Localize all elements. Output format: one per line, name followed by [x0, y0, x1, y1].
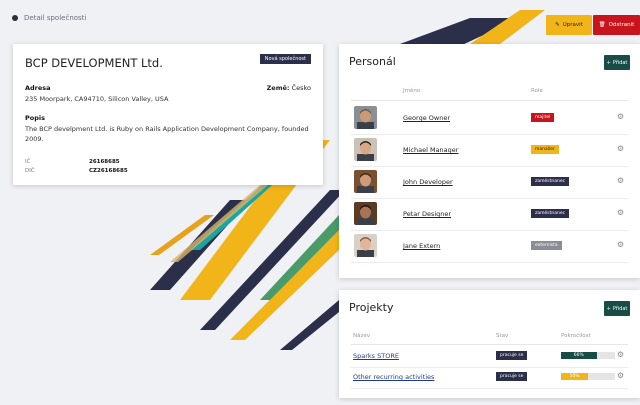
- progress-fill: 66%: [561, 352, 597, 359]
- column-header-name: Jméno: [403, 88, 421, 94]
- delete-button[interactable]: 🗑 Odstranit: [593, 15, 640, 35]
- breadcrumb: Detail společnosti: [12, 14, 86, 22]
- person-photo-icon: [354, 234, 377, 257]
- gear-icon[interactable]: ⚙: [617, 112, 624, 121]
- table-row: John Developer zaměstnanec ⚙: [351, 166, 628, 199]
- delete-button-label: Odstranit: [608, 22, 635, 28]
- top-bar: Detail společnosti ✎ Upravit 🗑 Odstranit: [0, 0, 640, 44]
- person-name-link[interactable]: John Developer: [403, 178, 453, 186]
- projects-card: Projekty + Přidat Název Stav Pokročilost…: [339, 290, 640, 398]
- person-name-link[interactable]: George Owner: [403, 114, 450, 122]
- vat-key: DIČ: [25, 167, 35, 174]
- edit-button[interactable]: ✎ Upravit: [546, 15, 592, 35]
- project-name-link[interactable]: Sparks STORE: [353, 352, 399, 360]
- role-badge: externista: [531, 241, 562, 250]
- header-divider: [351, 344, 628, 345]
- table-row: Michael Manager manažer ⚙: [351, 134, 628, 167]
- company-ids: IČ 26168685 DIČ CZ26168685: [25, 157, 128, 175]
- trash-icon: 🗑: [598, 22, 606, 28]
- country: Země: Česko: [267, 84, 311, 92]
- address-label: Adresa: [25, 84, 51, 92]
- vat-value: CZ26168685: [89, 167, 128, 174]
- company-name: BCP DEVELOPMENT Ltd.: [25, 56, 163, 70]
- column-header-project-name: Název: [353, 333, 371, 339]
- vat-row: DIČ CZ26168685: [25, 166, 128, 175]
- new-company-badge: Nová společnost: [259, 54, 311, 64]
- personal-title: Personál: [349, 55, 396, 68]
- column-header-state: Stav: [496, 333, 509, 339]
- country-value: Česko: [291, 84, 311, 92]
- gear-icon[interactable]: ⚙: [617, 240, 624, 249]
- column-header-role: Role: [531, 88, 543, 94]
- state-badge: pracuje se: [496, 372, 528, 381]
- project-name-link[interactable]: Other recurring activities: [353, 373, 434, 381]
- id-row: IČ 26168685: [25, 157, 128, 166]
- avatar: [354, 138, 377, 161]
- person-photo-icon: [354, 202, 377, 225]
- description-value: The BCP develpment Ltd. is Ruby on Rails…: [25, 125, 309, 143]
- add-project-label: Přidat: [612, 305, 628, 312]
- country-label: Země:: [266, 84, 290, 92]
- add-person-label: Přidat: [612, 59, 628, 66]
- progress-bar: 66%: [561, 352, 615, 359]
- address-value: 235 Moorpark, CA94710, Silicon Valley, U…: [25, 95, 169, 103]
- personal-card: Personál + Přidat Jméno Role George Owne…: [339, 44, 640, 278]
- id-key: IČ: [25, 158, 31, 165]
- breadcrumb-dot-icon: [12, 15, 18, 21]
- person-photo-icon: [354, 106, 377, 129]
- avatar: [354, 170, 377, 193]
- role-badge: majitel: [531, 113, 555, 122]
- progress-label: 66%: [573, 353, 584, 358]
- gear-icon[interactable]: ⚙: [617, 176, 624, 185]
- avatar: [354, 202, 377, 225]
- progress-label: 50%: [569, 374, 580, 379]
- table-row: Sparks STORE pracuje se 66% ⚙: [351, 346, 628, 368]
- add-project-button[interactable]: + Přidat: [604, 301, 630, 316]
- avatar: [354, 234, 377, 257]
- role-badge: manažer: [531, 145, 559, 154]
- person-photo-icon: [354, 170, 377, 193]
- add-person-button[interactable]: + Přidat: [604, 55, 630, 70]
- plus-icon: +: [606, 305, 611, 312]
- column-header-progress: Pokročilost: [561, 333, 591, 339]
- gear-icon[interactable]: ⚙: [617, 208, 624, 217]
- header-divider: [351, 100, 628, 101]
- table-row: George Owner majitel ⚙: [351, 102, 628, 135]
- role-badge: zaměstnanec: [531, 177, 570, 186]
- person-photo-icon: [354, 138, 377, 161]
- progress-fill: 50%: [561, 373, 588, 380]
- table-row: Petar Designer zaměstnanec ⚙: [351, 198, 628, 231]
- person-name-link[interactable]: Petar Designer: [403, 210, 451, 218]
- projects-title: Projekty: [349, 301, 394, 314]
- edit-button-label: Upravit: [562, 22, 583, 28]
- plus-icon: +: [606, 59, 611, 66]
- avatar: [354, 106, 377, 129]
- gear-icon[interactable]: ⚙: [617, 144, 624, 153]
- edit-icon: ✎: [555, 22, 560, 28]
- id-value: 26168685: [89, 158, 120, 165]
- role-badge: zaměstnanec: [531, 209, 570, 218]
- state-badge: pracuje se: [496, 351, 528, 360]
- table-row: Other recurring activities pracuje se 50% ⚙: [351, 367, 628, 389]
- description-label: Popis: [25, 114, 45, 122]
- person-name-link[interactable]: Jane Extern: [403, 242, 440, 250]
- gear-icon[interactable]: ⚙: [617, 371, 624, 380]
- table-row: Jane Extern externista ⚙: [351, 230, 628, 263]
- person-name-link[interactable]: Michael Manager: [403, 146, 458, 154]
- gear-icon[interactable]: ⚙: [617, 350, 624, 359]
- breadcrumb-label: Detail společnosti: [24, 14, 87, 22]
- progress-bar: 50%: [561, 373, 615, 380]
- company-card: BCP DEVELOPMENT Ltd. Nová společnost Adr…: [13, 44, 323, 185]
